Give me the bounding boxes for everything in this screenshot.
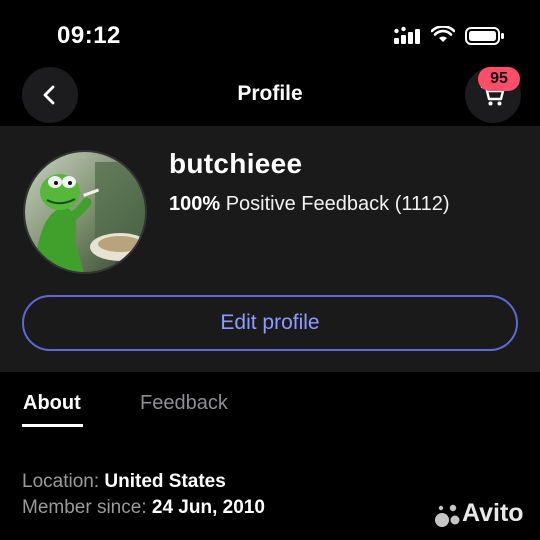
location-label: Location: — [22, 471, 100, 492]
member-since-value: 24 Jun, 2010 — [151, 497, 265, 518]
tab-feedback[interactable]: Feedback — [140, 392, 228, 415]
avito-logo-icon — [435, 504, 460, 527]
status-bar: 09:12 — [0, 0, 540, 60]
wifi-icon — [431, 26, 455, 42]
username: butchieee — [169, 148, 303, 179]
feedback-percent: 100% — [169, 193, 221, 215]
cart-count-badge: 95 — [478, 67, 520, 91]
feedback-summary: 100% Positive Feedback (1112) — [169, 193, 450, 216]
edit-profile-button[interactable]: Edit profile — [22, 295, 518, 351]
avatar[interactable] — [23, 150, 147, 274]
active-tab-indicator — [22, 424, 83, 427]
location-value: United States — [104, 471, 226, 492]
page-title: Profile — [237, 82, 303, 105]
frog-avatar-image — [25, 152, 145, 272]
watermark-text: Avito — [462, 499, 524, 527]
battery-icon — [465, 27, 504, 45]
tab-about[interactable]: About — [23, 392, 81, 415]
location-row: Location: United States — [22, 471, 226, 493]
cellular-signal-icon — [394, 26, 420, 44]
feedback-label[interactable]: Positive Feedback (1112) — [226, 193, 450, 215]
top-navigation-bar: Profile — [0, 62, 540, 126]
status-time: 09:12 — [57, 22, 121, 49]
member-since-row: Member since: 24 Jun, 2010 — [22, 497, 265, 519]
member-since-label: Member since: — [22, 497, 147, 518]
